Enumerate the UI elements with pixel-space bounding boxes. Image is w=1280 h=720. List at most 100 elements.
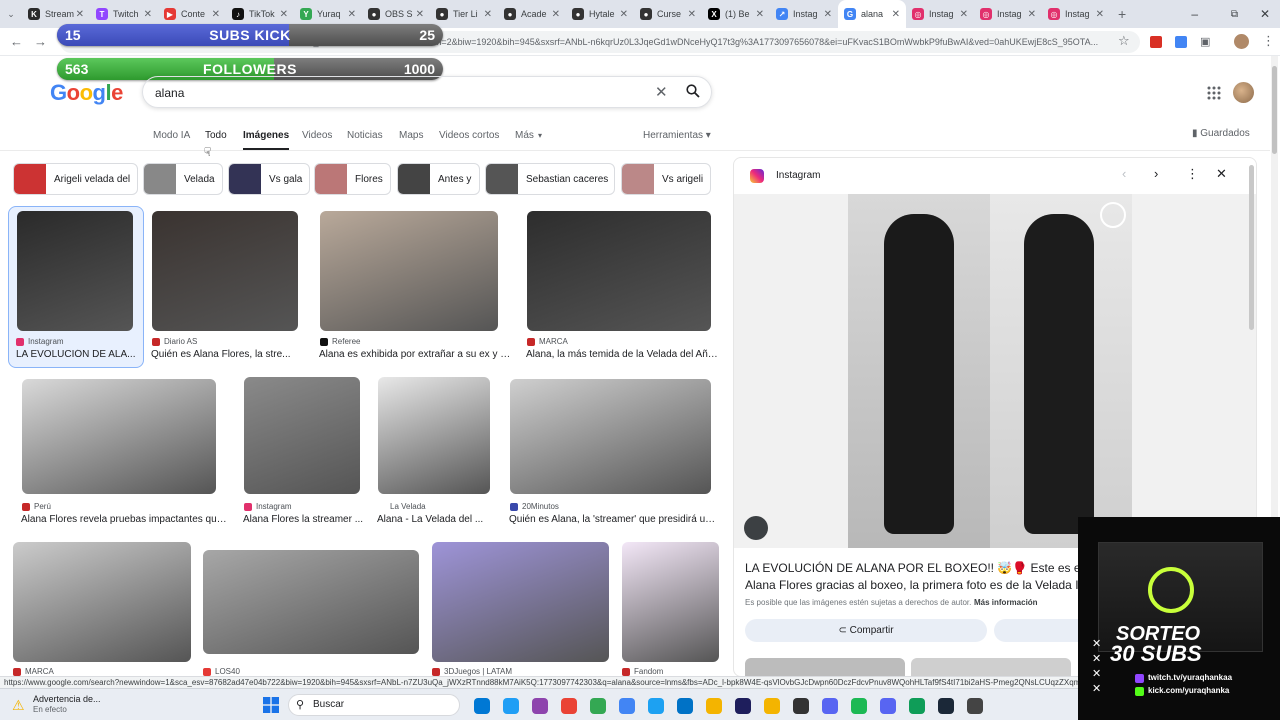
related-search-chip[interactable]: Sebastian caceres [485, 163, 615, 195]
result-title[interactable]: Alana Flores revela pruebas impactantes … [21, 514, 231, 525]
result-thumbnail[interactable] [13, 542, 191, 662]
new-tab-button[interactable]: + [1118, 6, 1126, 22]
preview-image[interactable] [734, 194, 1256, 548]
browser-tab[interactable]: ◎ Instag ✕ [906, 0, 974, 28]
related-thumb[interactable] [745, 658, 905, 676]
result-source[interactable]: Perú [22, 502, 51, 511]
browser-tab[interactable]: ◎ Instag ✕ [974, 0, 1042, 28]
tab-close-icon[interactable]: ✕ [552, 9, 560, 20]
search-box[interactable]: alana ✕ [142, 76, 712, 108]
taskbar-app-icon[interactable] [851, 698, 867, 714]
translate-icon[interactable] [1175, 36, 1187, 48]
result-source[interactable]: La Velada [378, 502, 426, 511]
tab-close-icon[interactable]: ✕ [892, 9, 900, 20]
prev-image-icon[interactable]: ‹ [1122, 166, 1126, 181]
taskbar-app-icon[interactable] [880, 698, 896, 714]
tab-close-icon[interactable]: ✕ [756, 9, 764, 20]
close-window-button[interactable]: ✕ [1260, 7, 1270, 21]
account-avatar[interactable] [1233, 82, 1254, 103]
related-search-chip[interactable]: Vs gala [228, 163, 310, 195]
taskbar-app-icon[interactable] [822, 698, 838, 714]
browser-tab[interactable]: ● Curse ✕ [634, 0, 702, 28]
tab-close-icon[interactable]: ✕ [484, 9, 492, 20]
result-title[interactable]: Alana Flores la streamer ... [243, 514, 368, 525]
extension-icon[interactable] [1150, 36, 1162, 48]
tab-más[interactable]: Más [515, 130, 534, 141]
tab-list-chevron-icon[interactable]: ⌄ [0, 9, 22, 20]
result-thumbnail[interactable] [510, 379, 711, 494]
result-thumbnail[interactable] [432, 542, 609, 662]
browser-tab[interactable]: ● Tier Li ✕ [430, 0, 498, 28]
start-windows-icon[interactable] [263, 697, 279, 713]
taskbar-app-icon[interactable] [735, 698, 751, 714]
tab-close-icon[interactable]: ✕ [76, 9, 84, 20]
search-input[interactable]: alana [155, 86, 184, 100]
taskbar-app-icon[interactable] [532, 698, 548, 714]
browser-tab[interactable]: ◎ Instag ✕ [1042, 0, 1110, 28]
tab-modo-ia[interactable]: Modo IA [153, 130, 190, 141]
minimize-button[interactable]: – [1191, 7, 1198, 21]
panel-more-icon[interactable]: ⋮ [1186, 166, 1199, 182]
forward-icon[interactable]: → [34, 34, 47, 49]
result-source[interactable]: Fandom [622, 667, 663, 676]
result-source[interactable]: Diario AS [152, 337, 197, 346]
next-image-icon[interactable]: › [1154, 166, 1158, 181]
result-thumbnail[interactable] [203, 550, 419, 654]
tools-button[interactable]: Herramientas ▾ [643, 130, 711, 141]
tab-close-icon[interactable]: ✕ [280, 9, 288, 20]
tab-close-icon[interactable]: ✕ [1096, 9, 1104, 20]
tab-noticias[interactable]: Noticias [347, 130, 383, 141]
tab-videos-cortos[interactable]: Videos cortos [439, 130, 499, 141]
related-search-chip[interactable]: Velada [143, 163, 223, 195]
taskbar-app-icon[interactable] [764, 698, 780, 714]
bookmark-star-icon[interactable]: ☆ [1118, 33, 1130, 49]
result-thumbnail[interactable] [244, 377, 360, 494]
browser-tab[interactable]: ↗ Instag ✕ [770, 0, 838, 28]
extensions-puzzle-icon[interactable]: ▣ [1200, 35, 1210, 48]
tab-close-icon[interactable]: ✕ [824, 9, 832, 20]
taskbar-app-icon[interactable] [967, 698, 983, 714]
taskbar-app-icon[interactable] [503, 698, 519, 714]
result-source[interactable]: LOS40 [203, 667, 240, 676]
tab-imágenes[interactable]: Imágenes [243, 130, 290, 150]
tab-close-icon[interactable]: ✕ [1028, 9, 1036, 20]
tab-close-icon[interactable]: ✕ [620, 9, 628, 20]
taskbar-app-icon[interactable] [619, 698, 635, 714]
taskbar-app-icon[interactable] [677, 698, 693, 714]
tab-close-icon[interactable]: ✕ [960, 9, 968, 20]
tab-todo[interactable]: Todo [205, 130, 227, 141]
related-thumb[interactable] [911, 658, 1071, 676]
taskbar-app-icon[interactable] [474, 698, 490, 714]
search-icon[interactable] [686, 84, 700, 98]
taskbar-app-icon[interactable] [938, 698, 954, 714]
result-source[interactable]: Referee [320, 337, 360, 346]
taskbar-search[interactable]: ⚲ Buscar [288, 694, 460, 716]
profile-avatar[interactable] [1234, 34, 1249, 49]
result-source[interactable]: Instagram [16, 337, 64, 346]
tab-videos[interactable]: Videos [302, 130, 332, 141]
result-thumbnail[interactable] [320, 211, 498, 331]
result-source[interactable]: 3DJuegos | LATAM [432, 667, 512, 676]
browser-tab[interactable]: Galana ✕ [838, 0, 906, 28]
result-title[interactable]: Quién es Alana, la 'streamer' que presid… [509, 514, 719, 525]
close-panel-icon[interactable]: ✕ [1216, 166, 1227, 182]
result-thumbnail[interactable] [22, 379, 216, 494]
result-thumbnail[interactable] [527, 211, 711, 331]
warning-title[interactable]: Advertencia de... [33, 694, 101, 704]
apps-grid-icon[interactable] [1207, 86, 1221, 105]
result-source[interactable]: 20Minutos [510, 502, 559, 511]
tab-close-icon[interactable]: ✕ [416, 9, 424, 20]
browser-tab[interactable]: ● Hytale ✕ [566, 0, 634, 28]
result-source[interactable]: Instagram [244, 502, 292, 511]
related-search-chip[interactable]: Vs arigeli [621, 163, 711, 195]
browser-menu-icon[interactable]: ⋮ [1262, 33, 1275, 49]
result-title[interactable]: Alana es exhibida por extrañar a su ex y… [319, 349, 514, 360]
result-title[interactable]: Quién es Alana Flores, la stre... [151, 349, 296, 360]
result-thumbnail[interactable] [17, 211, 133, 331]
result-source[interactable]: MARCA [527, 337, 568, 346]
tab-close-icon[interactable]: ✕ [348, 9, 356, 20]
taskbar-app-icon[interactable] [561, 698, 577, 714]
tab-close-icon[interactable]: ✕ [144, 9, 152, 20]
result-title[interactable]: LA EVOLUCIÓN DE ALA... [16, 349, 136, 360]
taskbar-app-icon[interactable] [793, 698, 809, 714]
